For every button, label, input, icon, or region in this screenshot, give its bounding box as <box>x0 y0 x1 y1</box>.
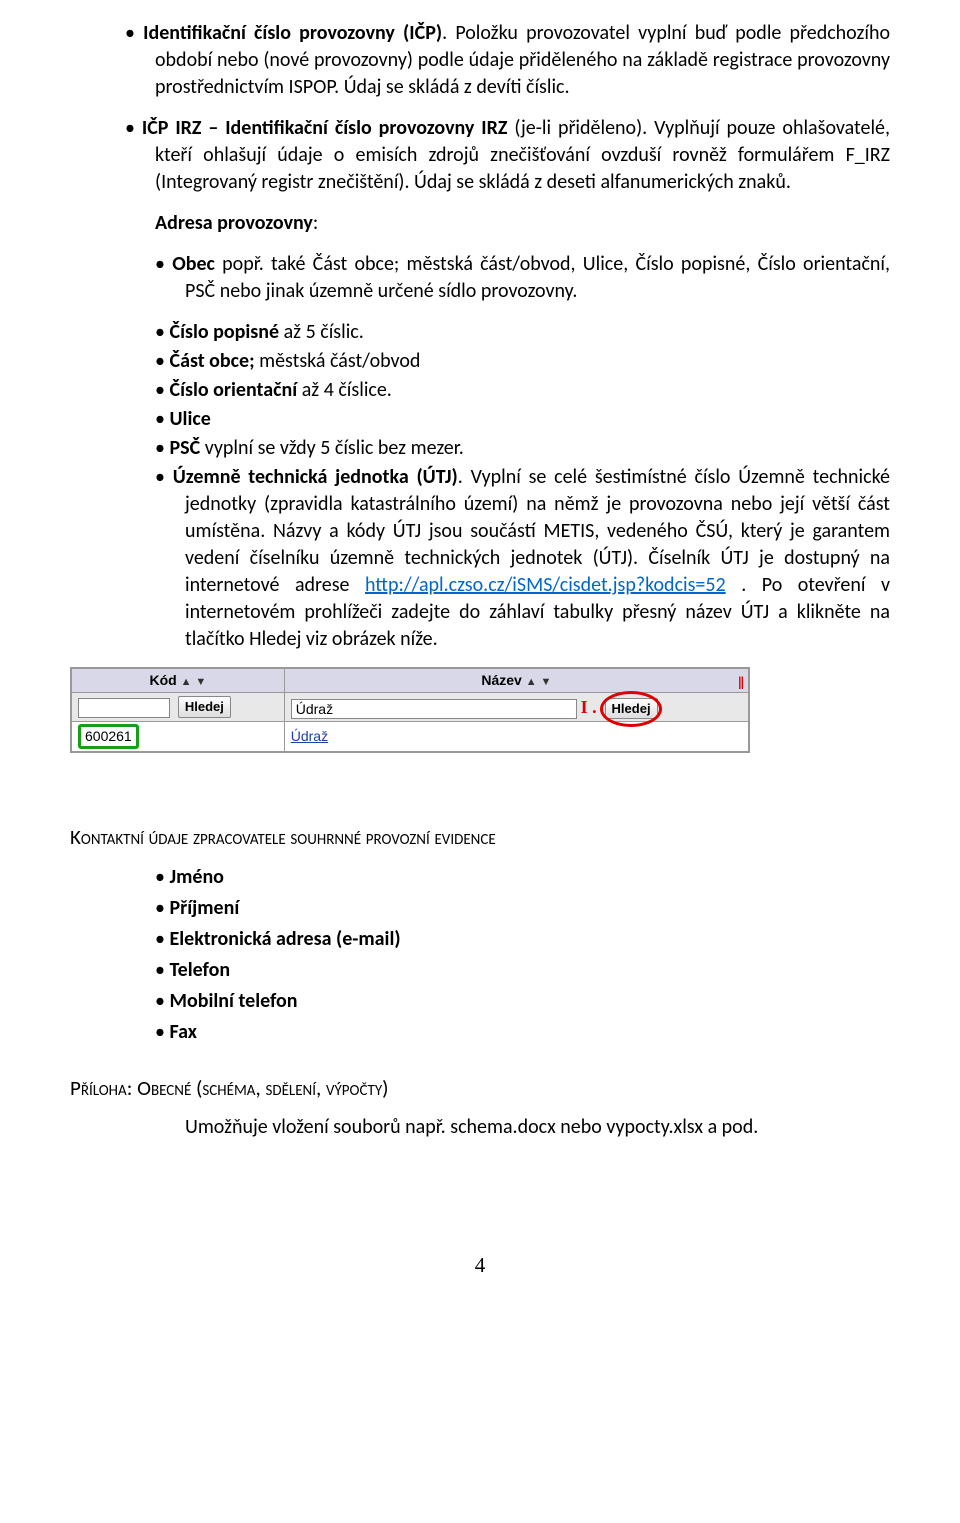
mobil-label: Mobilní telefon <box>169 989 297 1013</box>
bullet-icon <box>155 320 169 344</box>
kod-filter-cell: Hledej <box>71 692 284 722</box>
search-illustration: Kód ▲ ▼ Název ▲ ▼ ‖ Hledej Údraž <box>70 667 890 753</box>
obec-body: popř. také Část obce; městská část/obvod… <box>185 252 890 303</box>
bullet-icon <box>155 865 169 889</box>
contact-list: Jméno Příjmení Elektronická adresa (e-ma… <box>70 864 890 1046</box>
cp-label: Číslo popisné <box>169 320 279 344</box>
col-nazev-text: Název <box>481 672 521 688</box>
bullet-icon <box>155 436 169 460</box>
list-item: Mobilní telefon <box>70 988 890 1015</box>
cast-label: Část obce; <box>169 349 254 373</box>
email-label: Elektronická adresa (e-mail) <box>169 927 400 951</box>
co-body: až 4 číslice. <box>297 378 392 402</box>
priloha-heading: Příloha: Obecné (schéma, sdělení, výpočt… <box>70 1074 890 1102</box>
hledej-button-nazev[interactable]: Hledej <box>605 698 658 720</box>
cast-item: Část obce; městská část/obvod <box>70 348 890 375</box>
icp-irz-paren: (je-li přiděleno) <box>507 116 642 140</box>
list-item: Telefon <box>70 957 890 984</box>
cast-body: městská část/obvod <box>255 349 421 373</box>
priloha-body: Umožňuje vložení souborů např. schema.do… <box>70 1114 890 1141</box>
cp-item: Číslo popisné až 5 číslic. <box>70 319 890 346</box>
search-table: Kód ▲ ▼ Název ▲ ▼ ‖ Hledej Údraž <box>70 667 750 753</box>
kod-input[interactable] <box>78 698 170 718</box>
co-label: Číslo orientační <box>169 378 297 402</box>
bullet-icon <box>155 407 169 431</box>
psc-label: PSČ <box>169 436 200 460</box>
result-nazev-cell: Údraž <box>284 722 749 752</box>
cp-body: až 5 číslic. <box>279 320 364 344</box>
obec-label: Obec <box>172 252 215 276</box>
sort-asc-icon[interactable]: ▲ <box>526 676 537 688</box>
co-item: Číslo orientační až 4 číslice. <box>70 377 890 404</box>
col-kod-header[interactable]: Kód ▲ ▼ <box>71 668 284 692</box>
icp-irz-paragraph: IČP IRZ – Identifikační číslo provozovny… <box>70 115 890 196</box>
address-heading: Adresa provozovny: <box>70 210 890 237</box>
icp-paragraph: Identifikační číslo provozovny (IČP). Po… <box>70 20 890 101</box>
list-item: Jméno <box>70 864 890 891</box>
utj-link[interactable]: http://apl.czso.cz/iSMS/cisdet.jsp?kodci… <box>365 573 726 597</box>
bullet-icon <box>155 989 169 1013</box>
bullet-icon <box>155 1020 169 1044</box>
bullet-icon <box>155 378 169 402</box>
bullet-icon <box>155 465 173 489</box>
sort-asc-icon[interactable]: ▲ <box>181 676 192 688</box>
hledej-button-kod[interactable]: Hledej <box>178 696 231 718</box>
list-item: Příjmení <box>70 895 890 922</box>
psc-item: PSČ vyplní se vždy 5 číslic bez mezer. <box>70 435 890 462</box>
document-page: Identifikační číslo provozovny (IČP). Po… <box>0 0 960 1319</box>
utj-label: Územně technická jednotka (ÚTJ) <box>173 465 458 489</box>
col-nazev-header[interactable]: Název ▲ ▼ ‖ <box>284 668 749 692</box>
obec-item: Obec popř. také Část obce; městská část/… <box>70 251 890 305</box>
telefon-label: Telefon <box>169 958 230 982</box>
nazev-input[interactable]: Údraž <box>291 699 577 719</box>
list-item: Fax <box>70 1019 890 1046</box>
bullet-icon <box>155 927 169 951</box>
fax-label: Fax <box>169 1020 197 1044</box>
nazev-filter-cell: Údraž I . Hledej <box>284 692 749 722</box>
bullet-icon <box>155 252 172 276</box>
table-filter-row: Hledej Údraž I . Hledej <box>71 692 749 722</box>
jmeno-label: Jméno <box>169 865 223 889</box>
hledej-label: Hledej <box>612 701 651 716</box>
bullet-icon <box>155 958 169 982</box>
bullet-icon <box>125 116 142 140</box>
icp-irz-label: IČP IRZ – Identifikační číslo provozovny… <box>142 116 508 140</box>
kontakt-heading: Kontaktní údaje zpracovatele souhrnné pr… <box>70 823 890 851</box>
bullet-icon <box>155 896 169 920</box>
psc-body: vyplní se vždy 5 číslic bez mezer. <box>200 436 464 460</box>
utj-item: Územně technická jednotka (ÚTJ). Vyplní … <box>70 464 890 653</box>
result-nazev-link[interactable]: Údraž <box>291 728 328 744</box>
bullet-icon <box>155 349 169 373</box>
ulice-item: Ulice <box>70 406 890 433</box>
sort-desc-icon[interactable]: ▼ <box>541 676 552 688</box>
result-kod-value: 600261 <box>78 724 139 749</box>
table-header-row: Kód ▲ ▼ Název ▲ ▼ ‖ <box>71 668 749 692</box>
table-result-row: 600261 Údraž <box>71 722 749 752</box>
col-kod-text: Kód <box>149 672 176 688</box>
icp-label: Identifikační číslo provozovny (IČP) <box>143 21 442 45</box>
sort-desc-icon[interactable]: ▼ <box>195 676 206 688</box>
result-kod-cell: 600261 <box>71 722 284 752</box>
ulice-label: Ulice <box>169 407 210 431</box>
prijmeni-label: Příjmení <box>169 896 239 920</box>
list-item: Elektronická adresa (e-mail) <box>70 926 890 953</box>
red-annotation-number: I . <box>581 697 597 717</box>
page-number: 4 <box>70 1251 890 1279</box>
bullet-icon <box>125 21 143 45</box>
address-heading-text: Adresa provozovny <box>155 211 313 235</box>
